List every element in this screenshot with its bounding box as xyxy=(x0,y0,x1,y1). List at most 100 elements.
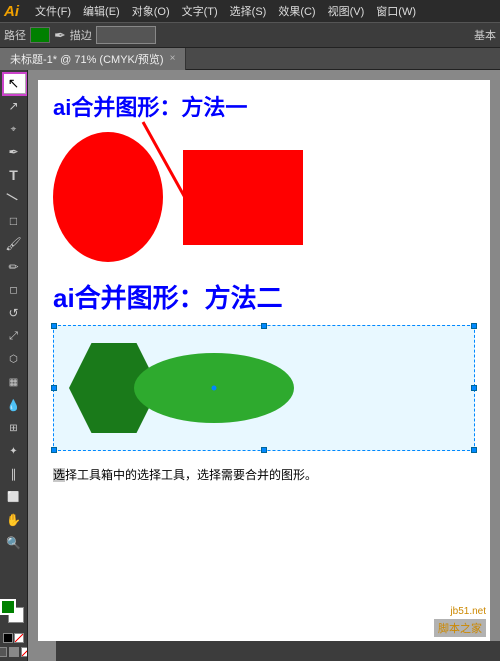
menu-object[interactable]: 对象(O) xyxy=(126,1,176,21)
bar-icon: ∥ xyxy=(11,467,17,481)
basic-label: 基本 xyxy=(474,27,496,43)
canvas-area: ai合并图形：方法一 ai合并图形：方法二 xyxy=(28,70,500,661)
path-label: 路径 xyxy=(4,27,26,43)
sel-handle-bm xyxy=(261,447,267,453)
sel-handle-mr xyxy=(471,385,477,391)
pen-tool-button[interactable]: ✒ xyxy=(2,141,26,163)
sel-handle-tm xyxy=(261,323,267,329)
gradient-tool-button[interactable]: ▦ xyxy=(2,371,26,393)
menu-window[interactable]: 窗口(W) xyxy=(370,1,422,21)
shapes-row-1 xyxy=(53,132,475,262)
artboard-tool-button[interactable]: ⬜ xyxy=(2,486,26,508)
none-mode-icon[interactable] xyxy=(21,647,29,657)
mesh-icon: ⊞ xyxy=(9,423,17,434)
section2-title: ai合并图形：方法二 xyxy=(53,278,475,315)
symbol-icon: ✦ xyxy=(9,446,17,457)
red-rectangle xyxy=(183,150,303,245)
sel-handle-br xyxy=(471,447,477,453)
line-icon: \ xyxy=(6,190,22,206)
fg-swatch xyxy=(0,599,16,615)
green-ellipse xyxy=(134,353,294,423)
watermark: 脚本之家 xyxy=(434,619,486,637)
none-swatch[interactable] xyxy=(14,633,24,643)
eraser-icon: ◻ xyxy=(9,285,17,296)
red-ellipse xyxy=(53,132,163,262)
shape-tool-button[interactable]: □ xyxy=(2,210,26,232)
zoom-icon: 🔍 xyxy=(6,536,21,550)
statusbar xyxy=(56,641,500,661)
menu-edit[interactable]: 编辑(E) xyxy=(77,1,126,21)
lasso-tool-button[interactable]: ⌖ xyxy=(2,118,26,140)
black-swatch[interactable] xyxy=(3,633,13,643)
selection-tool-button[interactable]: ↖ xyxy=(2,72,26,94)
type-tool-button[interactable]: T xyxy=(2,164,26,186)
menu-select[interactable]: 选择(S) xyxy=(224,1,273,21)
rotate-icon: ↺ xyxy=(8,306,18,320)
color-mode-icon[interactable] xyxy=(0,647,7,657)
symbol-tool-button[interactable]: ✦ xyxy=(2,440,26,462)
paintbrush-icon: 🖌 xyxy=(5,236,22,252)
canvas-content: ai合并图形：方法一 ai合并图形：方法二 xyxy=(38,80,490,641)
direct-selection-icon: ↗ xyxy=(8,99,18,113)
bar-tool-button[interactable]: ∥ xyxy=(2,463,26,485)
paintbrush-tool-button[interactable]: 🖌 xyxy=(2,233,26,255)
artboard-icon: ⬜ xyxy=(7,492,19,503)
mesh-tool-button[interactable]: ⊞ xyxy=(2,417,26,439)
tab-name: 未标题-1* @ 71% (CMYK/预览) xyxy=(10,51,164,67)
menu-text[interactable]: 文字(T) xyxy=(176,1,224,21)
green-shapes-row xyxy=(64,338,464,438)
toolbar: 路径 ✒ 描边 基本 xyxy=(0,22,500,48)
sel-handle-tr xyxy=(471,323,477,329)
site-watermark: jb51.net xyxy=(450,606,486,617)
direct-selection-tool-button[interactable]: ↗ xyxy=(2,95,26,117)
menu-bar: Ai 文件(F) 编辑(E) 对象(O) 文字(T) 选择(S) 效果(C) 视… xyxy=(0,0,500,22)
sel-handle-bl xyxy=(51,447,57,453)
lasso-icon: ⌖ xyxy=(11,124,17,135)
scale-tool-button[interactable]: ⤢ xyxy=(2,325,26,347)
color-swatches xyxy=(0,595,28,661)
menu-effects[interactable]: 效果(C) xyxy=(272,1,321,21)
menu-file[interactable]: 文件(F) xyxy=(29,1,77,21)
zoom-tool-button[interactable]: 🔍 xyxy=(2,532,26,554)
sel-handle-ml xyxy=(51,385,57,391)
hand-tool-button[interactable]: ✋ xyxy=(2,509,26,531)
canvas-page: ai合并图形：方法一 ai合并图形：方法二 xyxy=(38,80,490,641)
gradient-mode-icon[interactable] xyxy=(9,647,19,657)
stroke-color-box[interactable] xyxy=(30,27,50,43)
blend-tool-button[interactable]: ⬡ xyxy=(2,348,26,370)
menu-view[interactable]: 视图(V) xyxy=(322,1,371,21)
bottom-text: 选择工具箱中的选择工具，选择需要合并的图形。 xyxy=(53,466,475,484)
main-layout: ↖ ↗ ⌖ ✒ T \ □ 🖌 ✏ ◻ ↺ xyxy=(0,70,500,661)
scale-icon: ⤢ xyxy=(9,330,18,343)
rotate-tool-button[interactable]: ↺ xyxy=(2,302,26,324)
sel-handle-tl xyxy=(51,323,57,329)
line-tool-button[interactable]: \ xyxy=(2,187,26,209)
selection-dashed-area xyxy=(53,325,475,451)
pencil-icon: ✏ xyxy=(8,260,18,274)
fg-bg-swatches[interactable] xyxy=(0,599,28,627)
toolbox: ↖ ↗ ⌖ ✒ T \ □ 🖌 ✏ ◻ ↺ xyxy=(0,70,28,661)
none-swatches xyxy=(3,633,24,643)
document-tab[interactable]: 未标题-1* @ 71% (CMYK/预览) × xyxy=(0,48,186,70)
shape-icon: □ xyxy=(10,214,17,228)
eyedropper-icon: 💧 xyxy=(7,399,21,412)
stroke-label: 描边 xyxy=(70,27,92,43)
gradient-icon: ▦ xyxy=(9,377,18,388)
center-dot xyxy=(212,386,217,391)
eyedropper-tool-button[interactable]: 💧 xyxy=(2,394,26,416)
stroke-input[interactable] xyxy=(96,26,156,44)
pencil-icon: ✒ xyxy=(54,27,66,44)
pen-icon: ✒ xyxy=(8,145,18,159)
mode-icons xyxy=(0,647,28,657)
selection-tool-icon: ↖ xyxy=(8,75,20,92)
type-icon: T xyxy=(9,167,18,183)
tab-bar: 未标题-1* @ 71% (CMYK/预览) × xyxy=(0,48,500,70)
bottom-text-content: 择工具箱中的选择工具，选择需要合并的图形。 xyxy=(65,468,317,482)
section1-title: ai合并图形：方法一 xyxy=(53,90,475,122)
hand-icon: ✋ xyxy=(6,513,21,527)
section2: ai合并图形：方法二 xyxy=(53,278,475,484)
eraser-tool-button[interactable]: ◻ xyxy=(2,279,26,301)
pencil-tool-button[interactable]: ✏ xyxy=(2,256,26,278)
tab-close-button[interactable]: × xyxy=(170,53,176,64)
blend-icon: ⬡ xyxy=(9,354,18,365)
